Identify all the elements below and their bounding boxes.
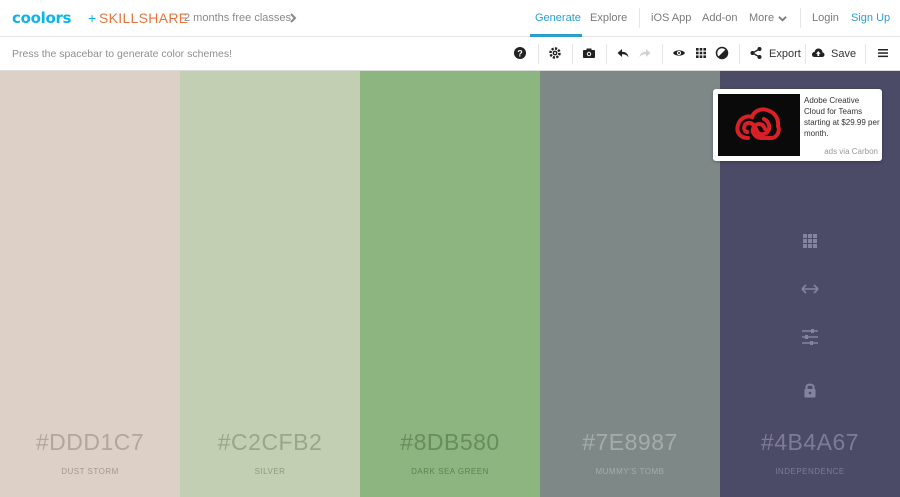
save-button[interactable]: Save xyxy=(831,48,856,60)
camera-icon[interactable] xyxy=(582,46,596,60)
nav-ios-app[interactable]: iOS App xyxy=(651,12,691,24)
grid-icon[interactable] xyxy=(694,46,708,60)
toolbar-divider xyxy=(739,44,740,64)
swatch-3[interactable]: #8DB580 DARK SEA GREEN xyxy=(360,71,540,497)
carbon-ad[interactable]: Adobe Creative Cloud for Teams starting … xyxy=(713,89,882,161)
menu-icon[interactable] xyxy=(876,46,890,60)
share-icon[interactable] xyxy=(749,46,763,60)
eye-icon[interactable] xyxy=(672,46,686,60)
settings-icon[interactable] xyxy=(548,46,562,60)
spacebar-hint: Press the spacebar to generate color sch… xyxy=(12,48,233,60)
toolbar-divider xyxy=(805,44,806,64)
hex-code[interactable]: #7E8987 xyxy=(540,429,720,456)
top-nav: coolors + SKILLSHARE 2 months free class… xyxy=(0,0,900,37)
toolbar-divider xyxy=(538,44,539,64)
chevron-right-icon[interactable] xyxy=(287,12,299,24)
adobe-creative-cloud-logo xyxy=(735,107,781,140)
coolors-logo[interactable]: coolors xyxy=(12,9,71,27)
toolbar-divider xyxy=(662,44,663,64)
nav-signup[interactable]: Sign Up xyxy=(851,12,890,24)
swatch-4[interactable]: #7E8987 MUMMY'S TOMB xyxy=(540,71,720,497)
nav-divider xyxy=(800,8,801,28)
nav-login[interactable]: Login xyxy=(812,12,839,24)
color-name: INDEPENDENCE xyxy=(775,467,845,476)
toolbar-divider xyxy=(865,44,866,64)
color-name: DUST STORM xyxy=(61,467,119,476)
chevron-down-icon[interactable] xyxy=(778,14,787,23)
swatch-2[interactable]: #C2CFB2 SILVER xyxy=(180,71,360,497)
svg-text:?: ? xyxy=(517,49,523,59)
cloud-upload-icon[interactable] xyxy=(811,46,825,60)
color-name: MUMMY'S TOMB xyxy=(595,467,665,476)
adjust-sliders-icon[interactable] xyxy=(801,328,819,346)
toolbar-divider xyxy=(606,44,607,64)
color-name: SILVER xyxy=(254,467,286,476)
toolbar-divider xyxy=(572,44,573,64)
nav-explore[interactable]: Explore xyxy=(590,12,627,24)
hex-code[interactable]: #4B4A67 xyxy=(720,429,900,456)
ad-copy[interactable]: Adobe Creative Cloud for Teams starting … xyxy=(804,95,880,139)
grid-icon[interactable] xyxy=(801,232,819,250)
lock-icon[interactable] xyxy=(801,381,819,399)
color-name: DARK SEA GREEN xyxy=(411,467,489,476)
hex-code[interactable]: #C2CFB2 xyxy=(180,429,360,456)
skillshare-logo[interactable]: SKILLSHARE xyxy=(99,10,188,26)
hex-code[interactable]: #8DB580 xyxy=(360,429,540,456)
undo-icon[interactable] xyxy=(616,46,630,60)
contrast-icon[interactable] xyxy=(715,46,729,60)
nav-generate[interactable]: Generate xyxy=(535,12,581,24)
partner-plus: + xyxy=(88,10,97,26)
nav-more[interactable]: More xyxy=(749,12,774,24)
drag-arrows-icon[interactable] xyxy=(801,280,819,298)
promo-link[interactable]: 2 months free classes xyxy=(184,12,291,24)
nav-divider xyxy=(639,8,640,28)
nav-addon[interactable]: Add-on xyxy=(702,12,737,24)
ad-image[interactable] xyxy=(718,94,800,156)
hex-code[interactable]: #DDD1C7 xyxy=(0,429,180,456)
export-button[interactable]: Export xyxy=(769,48,801,60)
help-icon[interactable]: ? xyxy=(513,46,527,60)
swatch-1[interactable]: #DDD1C7 DUST STORM xyxy=(0,71,180,497)
toolbar: Press the spacebar to generate color sch… xyxy=(0,37,900,71)
redo-icon[interactable] xyxy=(638,46,652,60)
ad-attribution[interactable]: ads via Carbon xyxy=(824,147,878,156)
